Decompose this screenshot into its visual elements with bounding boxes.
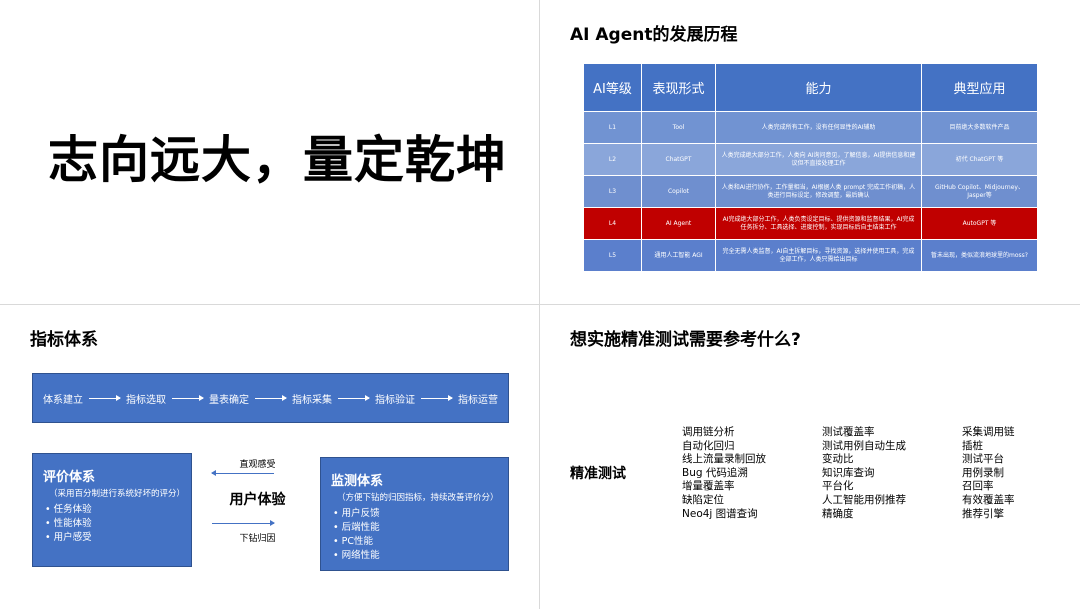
cell-app: AutoGPT 等 [921,207,1038,240]
cell-form: Tool [641,111,716,144]
list-item: 插桩 [962,439,983,452]
cell-app: 暂未出现，类似流浪地球里的moss? [921,239,1038,272]
box-title: 评价体系 [43,470,96,485]
arrow-left-icon [211,470,274,476]
box-subtitle: （采用百分制进行系统好坏的评分） [49,489,186,499]
list-item: 推荐引擎 [962,507,1004,520]
list-item: 缺陷定位 [682,493,724,506]
arrow-right-icon [89,394,121,401]
table-row: L5 通用人工智能 AGI 完全无需人类监督，AI自主拆解目标，寻找资源，选择并… [583,239,1038,272]
list-item: Neo4j 图谱查询 [682,507,758,520]
slide-agent-history[interactable]: AI Agent的发展历程 AI等级 表现形式 能力 典型应用 L1 Tool … [540,0,1080,304]
header-ability: 能力 [715,63,922,112]
cell-ability: 人类和AI进行协作，工作量相当，AI根据人类 prompt 完成工作初稿，人类进… [715,175,922,208]
list-item: 有效覆盖率 [962,493,1015,506]
slide-metric-system[interactable]: 指标体系 体系建立 指标选取 量表确定 指标采集 指标验证 指标运营 评价体系 … [0,305,539,609]
slide-title: 指标体系 [30,330,98,350]
cell-app: 目前绝大多数软件产品 [921,111,1038,144]
arrow-right-icon [421,394,453,401]
list-item: 线上流量录制回放 [682,453,766,466]
list-item: 用户感受 [43,531,181,545]
reference-column-1: 调用链分析 自动化回归 线上流量录制回放 Bug 代码追溯 增量覆盖率 缺陷定位… [682,426,766,521]
list-item: 自动化回归 [682,439,735,452]
list-item: 召回率 [962,480,994,493]
header-app: 典型应用 [921,63,1038,112]
box-title: 监测体系 [331,474,384,489]
user-experience-label: 用户体验 [229,492,286,508]
cell-form: AI Agent [641,207,716,240]
table-row-highlight: L4 AI Agent AI完成绝大部分工作，人类负责设定目标、提供资源和监督结… [583,207,1038,240]
cell-level: L4 [583,207,642,240]
list-item: 性能体验 [43,517,181,531]
flow-step: 体系建立 [43,394,83,406]
table-row: L2 ChatGPT 人类完成绝大部分工作，人类向 AI询问意见，了解信息，AI… [583,143,1038,176]
list-item: 测试用例自动生成 [822,439,906,452]
evaluation-system-box: 评价体系 （采用百分制进行系统好坏的评分） 任务体验 性能体验 用户感受 [32,453,192,567]
monitoring-system-box: 监测体系 （方便下钻的归因指标，持续改善评价分） 用户反馈 后端性能 PC性能 … [320,457,509,571]
list-item: 用户反馈 [331,507,498,521]
cell-app: GitHub Copilot、Midjourney、Jasper等 [921,175,1038,208]
arrow-right-icon [172,394,204,401]
drill-down-label: 下钻归因 [239,534,276,544]
table-row: L1 Tool 人类完成所有工作，没有任何显性的AI辅助 目前绝大多数软件产品 [583,111,1038,144]
list-item: 网络性能 [331,549,498,563]
cell-form: Copilot [641,175,716,208]
flow-step: 指标验证 [375,394,415,406]
cell-ability: AI完成绝大部分工作，人类负责设定目标、提供资源和监督结果，AI完成任务拆分、工… [715,207,922,240]
cell-level: L2 [583,143,642,176]
slogan-text: 志向远大，量定乾坤 [48,131,507,189]
intuitive-feeling-label: 直观感受 [239,460,276,470]
list-item: 采集调用链 [962,426,1015,438]
flow-step: 量表确定 [209,394,249,406]
list-item: 任务体验 [43,503,181,517]
cell-ability: 人类完成绝大部分工作，人类向 AI询问意见，了解信息，AI提供信息和建议但不直接… [715,143,922,176]
cell-level: L1 [583,111,642,144]
reference-column-3: 采集调用链 插桩 测试平台 用例录制 召回率 有效覆盖率 推荐引擎 [962,426,1015,521]
flow-bar: 体系建立 指标选取 量表确定 指标采集 指标验证 指标运营 [32,373,509,423]
cell-level: L5 [583,239,642,272]
slide-title: AI Agent的发展历程 [570,25,738,45]
list-item: 测试覆盖率 [822,426,875,438]
cell-app: 初代 ChatGPT 等 [921,143,1038,176]
list-item: 变动比 [822,453,854,466]
cell-ability: 完全无需人类监督，AI自主拆解目标，寻找资源，选择并使用工具，完成全部工作，人类… [715,239,922,272]
list-item: 人工智能用例推荐 [822,493,906,506]
list-item: 增量覆盖率 [682,480,735,493]
cell-level: L3 [583,175,642,208]
list-item: 调用链分析 [682,426,735,438]
box-subtitle: （方便下钻的归因指标，持续改善评价分） [337,493,499,503]
flow-step: 指标采集 [292,394,332,406]
slide-title: 想实施精准测试需要参考什么? [570,330,801,350]
box-list: 任务体验 性能体验 用户感受 [43,503,181,545]
cell-ability: 人类完成所有工作，没有任何显性的AI辅助 [715,111,922,144]
agent-level-table: AI等级 表现形式 能力 典型应用 L1 Tool 人类完成所有工作，没有任何显… [583,63,1038,272]
cell-form: 通用人工智能 AGI [641,239,716,272]
list-item: 用例录制 [962,466,1004,479]
slide-slogan[interactable]: 志向远大，量定乾坤 [0,0,539,304]
arrow-right-icon [338,394,370,401]
arrow-right-icon [255,394,287,401]
list-item: 测试平台 [962,453,1004,466]
list-item: 精确度 [822,507,854,520]
arrow-right-icon [212,520,275,526]
list-item: PC性能 [331,535,498,549]
precision-testing-label: 精准测试 [570,466,626,482]
list-item: 平台化 [822,480,854,493]
table-row: L3 Copilot 人类和AI进行协作，工作量相当，AI根据人类 prompt… [583,175,1038,208]
flow-step: 指标运营 [458,394,498,406]
header-level: AI等级 [583,63,642,112]
slide-precision-testing[interactable]: 想实施精准测试需要参考什么? 精准测试 调用链分析 自动化回归 线上流量录制回放… [540,305,1080,609]
flow-step: 指标选取 [126,394,166,406]
list-item: 后端性能 [331,521,498,535]
list-item: 知识库查询 [822,466,875,479]
header-form: 表现形式 [641,63,716,112]
reference-column-2: 测试覆盖率 测试用例自动生成 变动比 知识库查询 平台化 人工智能用例推荐 精确… [822,426,906,521]
list-item: Bug 代码追溯 [682,466,748,479]
table-header-row: AI等级 表现形式 能力 典型应用 [583,63,1038,112]
cell-form: ChatGPT [641,143,716,176]
box-list: 用户反馈 后端性能 PC性能 网络性能 [331,507,498,563]
